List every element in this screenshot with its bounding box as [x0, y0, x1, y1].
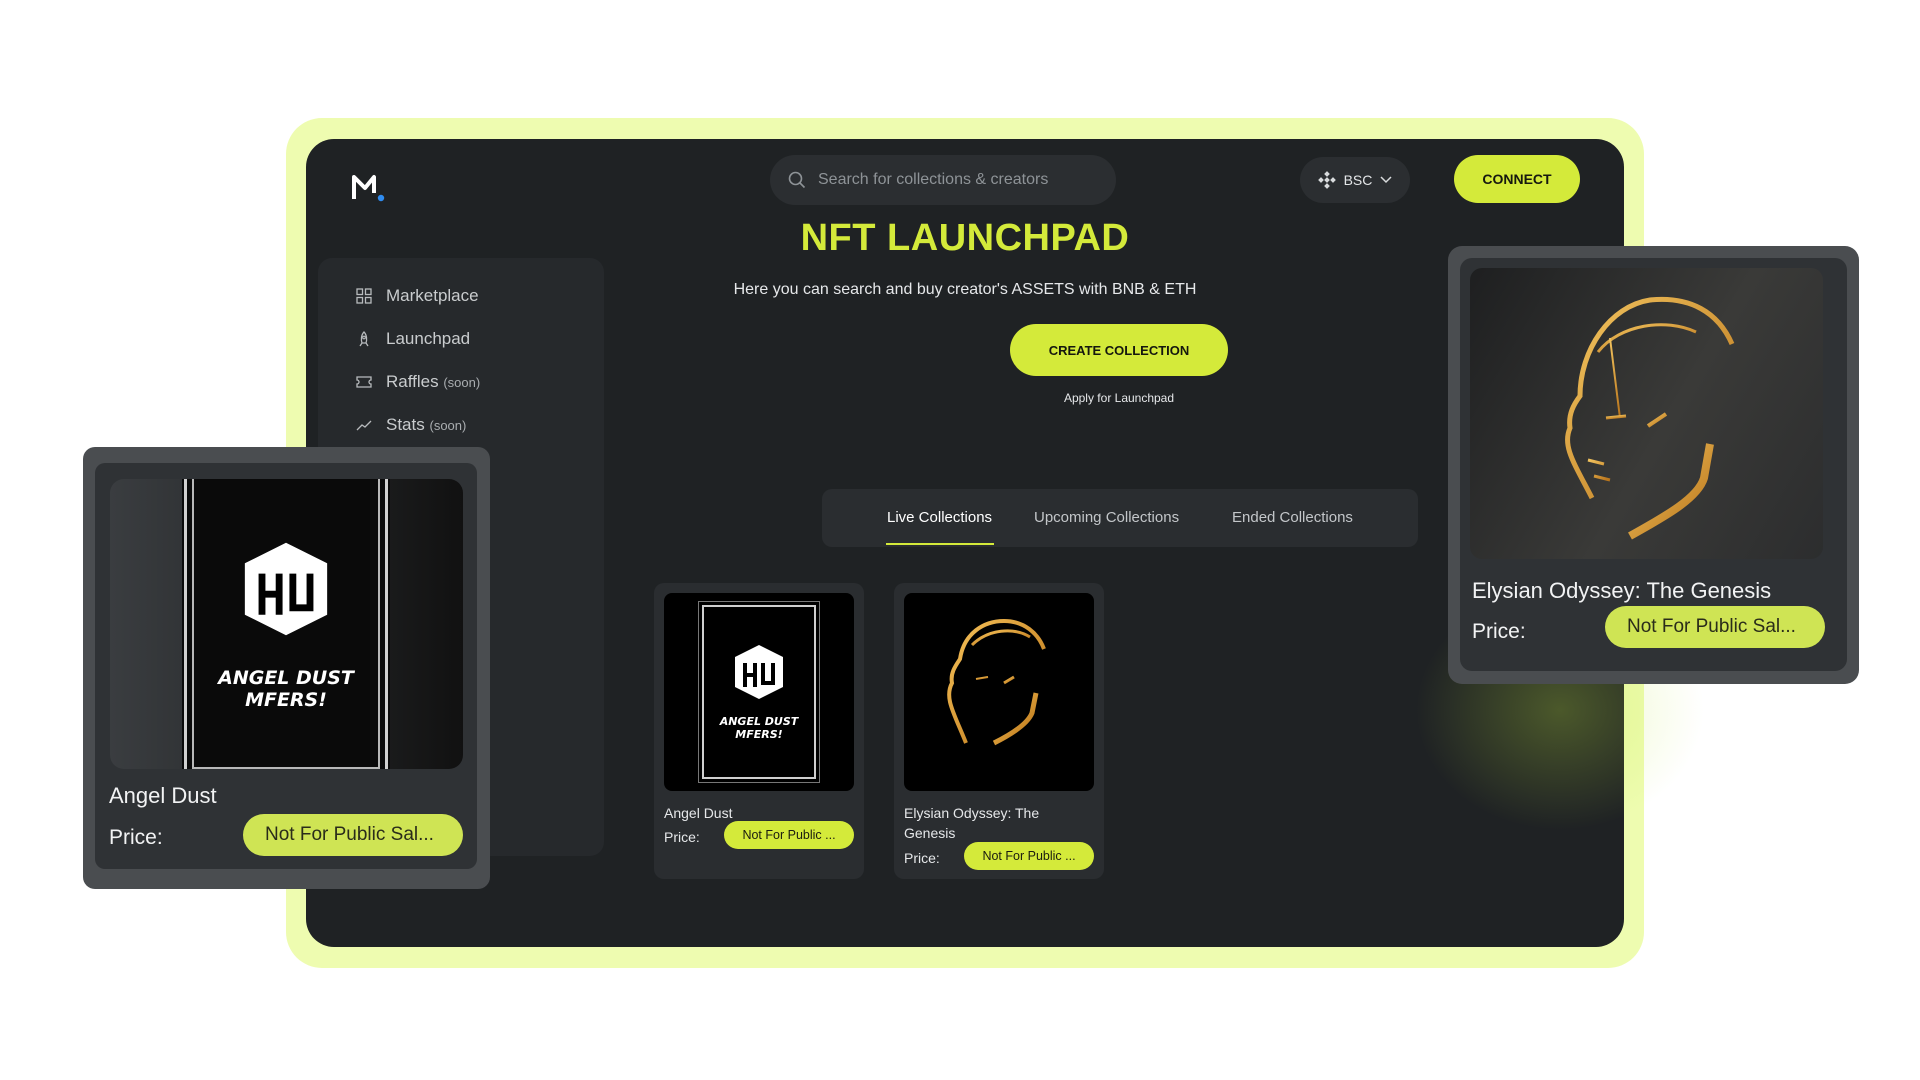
search-icon — [788, 171, 806, 189]
price-badge[interactable]: Not For Public Sal... — [1605, 606, 1825, 648]
price-badge[interactable]: Not For Public ... — [724, 821, 854, 849]
rocket-icon — [359, 331, 369, 347]
floating-card-inner: ANGEL DUST MFERS! Angel Dust Price: Not F… — [95, 463, 477, 869]
hu-logo-icon — [244, 542, 328, 636]
search-bar[interactable] — [770, 155, 1116, 205]
price-badge[interactable]: Not For Public Sal... — [243, 814, 463, 856]
collection-card-elysian-odyssey[interactable]: Elysian Odyssey: The Genesis Price: Not … — [894, 583, 1104, 879]
ticket-icon — [356, 376, 372, 388]
price-label: Price: — [664, 829, 700, 845]
collection-tabs: Live Collections Upcoming Collections En… — [822, 489, 1418, 547]
active-tab-indicator — [886, 543, 994, 545]
golden-face-icon — [947, 618, 1046, 746]
art-title: ANGEL DUST MFERS! — [218, 667, 354, 711]
soon-tag: (soon) — [429, 418, 467, 433]
tab-ended-collections[interactable]: Ended Collections — [1232, 509, 1353, 526]
chain-label: BSC — [1343, 172, 1373, 188]
bnb-icon — [1317, 171, 1336, 189]
golden-face-icon — [1564, 296, 1735, 540]
price-label: Price: — [109, 826, 163, 849]
app-window: BSC CONNECT Marketplace Launchpad — [306, 139, 1624, 947]
grid-icon — [356, 288, 372, 304]
collection-name: Angel Dust — [664, 805, 733, 821]
collection-name: Elysian Odyssey: The Genesis — [904, 805, 1040, 841]
price-label: Price: — [904, 850, 940, 866]
chain-selector[interactable]: BSC — [1300, 157, 1410, 203]
sidebar-item-stats[interactable]: Stats (soon) — [356, 415, 466, 435]
price-badge[interactable]: Not For Public ... — [964, 842, 1094, 870]
page-subtitle: Here you can search and buy creator's AS… — [733, 281, 1197, 298]
art-title: ANGEL DUST MFERS! — [719, 715, 799, 741]
connect-button[interactable]: CONNECT — [1454, 155, 1580, 203]
collection-name: Elysian Odyssey: The Genesis — [1472, 578, 1772, 603]
sidebar-item-label: Stats (soon) — [386, 415, 467, 434]
collection-name: Angel Dust — [109, 783, 217, 808]
tab-upcoming-collections[interactable]: Upcoming Collections — [1034, 509, 1179, 526]
floating-card-elysian-odyssey[interactable]: Elysian Odyssey: The Genesis Price: Not … — [1448, 246, 1859, 684]
collection-image: ANGEL DUST MFERS! — [110, 479, 463, 769]
collection-card-angel-dust[interactable]: ANGEL DUST MFERS! Angel Dust Price: Not F… — [654, 583, 864, 879]
floating-card-angel-dust[interactable]: ANGEL DUST MFERS! Angel Dust Price: Not F… — [83, 447, 490, 889]
floating-card-inner: Elysian Odyssey: The Genesis Price: Not … — [1460, 258, 1847, 671]
sidebar-item-raffles[interactable]: Raffles (soon) — [356, 372, 480, 392]
price-label: Price: — [1472, 620, 1526, 643]
collection-image — [1470, 268, 1823, 559]
sidebar-item-label: Launchpad — [386, 329, 471, 348]
sidebar-item-launchpad[interactable]: Launchpad — [356, 329, 470, 349]
collection-image — [904, 593, 1094, 791]
chevron-down-icon — [1380, 176, 1392, 184]
collection-image: ANGEL DUST MFERS! — [664, 593, 854, 791]
sidebar-item-label: Raffles (soon) — [386, 372, 481, 391]
page-title: NFT LAUNCHPAD — [800, 217, 1130, 259]
hu-logo-icon — [735, 645, 783, 699]
tab-live-collections[interactable]: Live Collections — [887, 509, 992, 526]
create-collection-button[interactable]: CREATE COLLECTION — [1010, 324, 1228, 376]
trend-icon — [356, 420, 372, 431]
soon-tag: (soon) — [443, 375, 481, 390]
search-input[interactable] — [818, 171, 1098, 189]
apply-launchpad-link[interactable]: Apply for Launchpad — [1010, 391, 1228, 405]
logo-icon[interactable] — [352, 173, 386, 203]
